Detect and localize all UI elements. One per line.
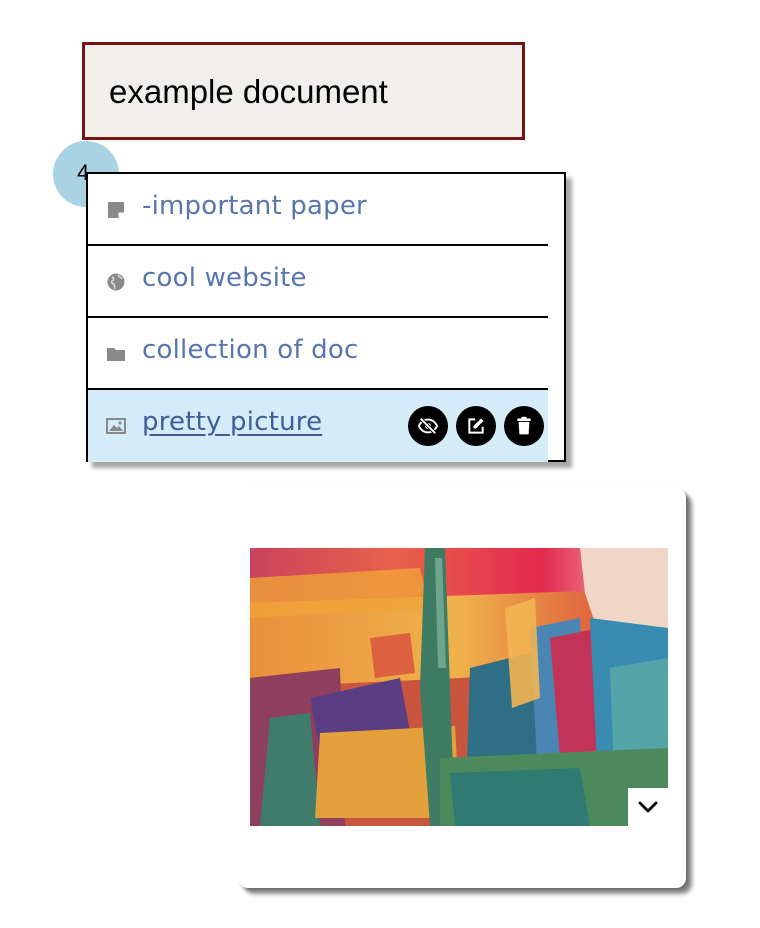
expand-description-button[interactable] (628, 788, 668, 826)
folder-icon (107, 348, 125, 361)
note-icon (108, 202, 124, 218)
list-item-cool-website[interactable]: cool website (88, 246, 548, 318)
list-item-label[interactable]: cool website (142, 263, 307, 293)
delete-button[interactable] (504, 406, 544, 446)
chevron-down-icon (638, 801, 658, 813)
edit-icon (468, 418, 484, 434)
list-item-label[interactable]: -important paper (142, 191, 367, 221)
delete-icon (517, 416, 531, 435)
list-item-label[interactable]: pretty picture (142, 407, 322, 437)
hide-button[interactable] (408, 406, 448, 446)
preview-image (250, 548, 668, 826)
document-title: example document (109, 73, 388, 110)
image-preview-card (238, 488, 686, 888)
document-title-box: example document (82, 42, 525, 140)
item-list: -important paper cool website collection… (86, 172, 566, 462)
edit-button[interactable] (456, 406, 496, 446)
list-item-important-paper[interactable]: -important paper (88, 174, 548, 246)
list-item-collection-of-doc[interactable]: collection of doc (88, 318, 548, 390)
image-icon (106, 418, 126, 434)
list-item-label[interactable]: collection of doc (142, 335, 358, 365)
globe-icon (107, 273, 125, 291)
hide-icon (417, 417, 439, 435)
list-item-pretty-picture[interactable]: pretty picture (88, 390, 548, 462)
